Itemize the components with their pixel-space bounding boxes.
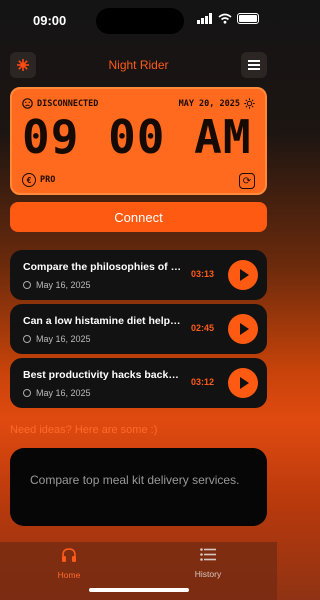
clock-time: 09 00 AM — [22, 110, 252, 164]
home-indicator — [89, 588, 189, 592]
headphones-icon — [62, 548, 76, 562]
status-icons — [197, 13, 259, 24]
connection-status: DISCONNECTED — [37, 98, 99, 109]
history-item-date-row: May 16, 2025 — [23, 280, 91, 290]
history-item[interactable]: Can a low histamine diet help with migra… — [10, 304, 267, 354]
tab-home-label: Home — [57, 570, 81, 580]
clock-icon — [23, 281, 31, 289]
tab-history-label: History — [194, 569, 222, 579]
history-item[interactable]: Best productivity hacks backed by scienc… — [10, 358, 267, 408]
sad-face-icon — [22, 98, 33, 109]
clock-display: DISCONNECTED MAY 20, 2025 09 00 AM € PRO… — [10, 87, 267, 195]
tab-history[interactable]: History — [163, 548, 253, 579]
history-item-date: May 16, 2025 — [36, 388, 91, 398]
history-item-title: Can a low histamine diet help with migra… — [23, 315, 183, 327]
clock-icon — [23, 389, 31, 397]
play-icon — [240, 269, 249, 281]
idea-card[interactable]: Compare top meal kit delivery services. — [10, 448, 267, 526]
ideas-label: Need ideas? Here are some :) — [10, 424, 158, 436]
plan-label: PRO — [40, 175, 56, 185]
top-bar: Night Rider — [0, 52, 277, 80]
tab-home[interactable]: Home — [24, 548, 114, 580]
history-item-date-row: May 16, 2025 — [23, 388, 91, 398]
wifi-icon — [218, 13, 232, 24]
status-time: 09:00 — [33, 13, 67, 28]
euro-coin-icon: € — [22, 173, 36, 187]
battery-icon — [237, 13, 259, 24]
history-item-duration: 03:13 — [191, 269, 215, 279]
dynamic-island — [96, 8, 184, 34]
history-item-date: May 16, 2025 — [36, 334, 91, 344]
play-button[interactable] — [228, 314, 258, 344]
clock-date: MAY 20, 2025 — [178, 98, 240, 109]
menu-button[interactable] — [241, 52, 267, 78]
clock-top-row: DISCONNECTED MAY 20, 2025 — [22, 98, 255, 110]
list-icon — [200, 548, 216, 561]
app-title: Night Rider — [108, 58, 169, 72]
clock-bottom-row: € PRO ⟳ — [22, 173, 255, 189]
signal-icon — [197, 13, 212, 24]
history-item-duration: 02:45 — [191, 323, 215, 333]
play-button[interactable] — [228, 368, 258, 398]
history-item-title: Best productivity hacks backed by scienc… — [23, 369, 183, 381]
history-item-title: Compare the philosophies of Kant and Nie… — [23, 261, 183, 273]
history-item-date-row: May 16, 2025 — [23, 334, 91, 344]
status-bar: 09:00 — [0, 0, 277, 42]
sun-icon — [244, 98, 255, 109]
history-item[interactable]: Compare the philosophies of Kant and Nie… — [10, 250, 267, 300]
play-icon — [240, 377, 249, 389]
play-icon — [240, 323, 249, 335]
connect-button[interactable]: Connect — [10, 202, 267, 232]
menu-icon — [248, 60, 260, 70]
idea-text: Compare top meal kit delivery services. — [30, 473, 240, 487]
refresh-icon: ⟳ — [242, 175, 252, 187]
play-button[interactable] — [228, 260, 258, 290]
history-item-date: May 16, 2025 — [36, 280, 91, 290]
history-item-duration: 03:12 — [191, 377, 215, 387]
refresh-button[interactable]: ⟳ — [239, 173, 255, 189]
clock-icon — [23, 335, 31, 343]
pro-badge: € PRO — [22, 173, 55, 187]
